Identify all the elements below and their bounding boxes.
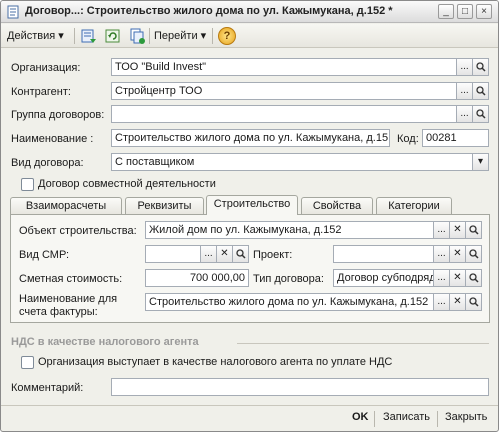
minimize-button[interactable]: _ [438, 4, 454, 19]
refresh-icon[interactable] [104, 27, 122, 45]
chevron-down-icon: ▾ [58, 30, 64, 42]
copy-document-icon[interactable] [128, 27, 146, 45]
organization-label: Организация: [11, 62, 81, 74]
actions-label: Действия [7, 30, 56, 42]
contract-kind-label: Вид договора: [11, 157, 84, 169]
invoice-name-label-line2: счета фактуры: [19, 306, 98, 318]
help-icon[interactable]: ? [218, 27, 236, 45]
construction-object-field[interactable]: Жилой дом по ул. Кажымукана, д.152 [145, 221, 434, 239]
tax-agent-checkbox[interactable] [21, 356, 34, 369]
toolbar-separator [212, 28, 213, 44]
contract-type-label: Тип договора: [253, 273, 324, 285]
organization-select-button[interactable]: ... [457, 58, 473, 76]
smr-kind-label: Вид СМР: [19, 249, 70, 261]
contract-window: Договор...: Строительство жилого дома по… [0, 0, 499, 432]
toolbar-separator [149, 28, 150, 44]
tab-properties[interactable]: Свойства [301, 197, 373, 215]
toolbar-separator [437, 411, 438, 427]
comment-field[interactable] [111, 378, 489, 396]
construction-tab-panel: Объект строительства: Жилой дом по ул. К… [10, 214, 490, 323]
search-icon [475, 86, 486, 96]
section-divider [237, 343, 489, 344]
project-field[interactable] [333, 245, 434, 263]
tab-construction[interactable]: Строительство [206, 195, 298, 215]
goto-label: Перейти [154, 30, 198, 42]
counterparty-select-button[interactable]: ... [457, 82, 473, 100]
tab-categories[interactable]: Категории [376, 197, 452, 215]
search-icon [468, 273, 479, 283]
organization-open-button[interactable] [473, 58, 489, 76]
project-label: Проект: [253, 249, 293, 261]
contract-type-select-button[interactable]: ... [434, 269, 450, 287]
contract-group-field[interactable] [111, 105, 457, 123]
contract-kind-select[interactable]: С поставщиком [111, 153, 473, 171]
close-button[interactable]: × [476, 4, 492, 19]
invoice-name-field[interactable]: Строительство жилого дома по ул. Кажымук… [145, 293, 434, 311]
name-field[interactable]: Строительство жилого дома по ул. Кажымук… [111, 129, 390, 147]
clear-icon[interactable]: ✕ [450, 221, 466, 239]
contract-group-select-button[interactable]: ... [457, 105, 473, 123]
tax-agent-label: Организация выступает в качестве налогов… [38, 356, 393, 368]
project-open-button[interactable] [466, 245, 482, 263]
save-button[interactable]: Записать [383, 411, 430, 423]
toolbar-separator [374, 411, 375, 427]
tabs-area: Взаиморасчеты Реквизиты Строительство Св… [10, 195, 490, 323]
construction-object-select-button[interactable]: ... [434, 221, 450, 239]
joint-activity-checkbox[interactable] [21, 178, 34, 191]
clear-icon[interactable]: ✕ [450, 269, 466, 287]
code-field[interactable]: 00281 [422, 129, 489, 147]
counterparty-field[interactable]: Стройцентр ТОО [111, 82, 457, 100]
code-label: Код: [397, 133, 419, 145]
close-form-button[interactable]: Закрыть [445, 411, 487, 423]
contract-type-open-button[interactable] [466, 269, 482, 287]
counterparty-open-button[interactable] [473, 82, 489, 100]
counterparty-label: Контрагент: [11, 86, 71, 98]
joint-activity-label: Договор совместной деятельности [38, 178, 216, 190]
tab-mutual-settlements[interactable]: Взаиморасчеты [10, 197, 122, 215]
construction-object-label: Объект строительства: [19, 225, 137, 237]
contract-group-label: Группа договоров: [11, 109, 105, 121]
ok-button[interactable]: OK [352, 411, 369, 423]
contract-group-open-button[interactable] [473, 105, 489, 123]
document-icon [7, 5, 19, 19]
title-bar: Договор...: Строительство жилого дома по… [1, 1, 498, 23]
search-icon [235, 249, 246, 259]
construction-object-open-button[interactable] [466, 221, 482, 239]
maximize-button[interactable]: □ [457, 4, 473, 19]
estimated-cost-label: Сметная стоимость: [19, 273, 123, 285]
chevron-down-icon[interactable]: ▾ [473, 153, 489, 171]
toolbar: Действия ▾ Перейти ▾ ? [1, 24, 498, 48]
search-icon [475, 62, 486, 72]
actions-menu[interactable]: Действия ▾ [7, 27, 64, 45]
vat-section-title: НДС в качестве налогового агента [11, 336, 199, 348]
comment-label: Комментарий: [11, 382, 84, 394]
smr-kind-open-button[interactable] [233, 245, 249, 263]
project-select-button[interactable]: ... [434, 245, 450, 263]
invoice-name-select-button[interactable]: ... [434, 293, 450, 311]
chevron-down-icon: ▾ [200, 30, 207, 42]
name-label: Наименование : [11, 133, 94, 145]
search-icon [468, 297, 479, 307]
select-from-list-icon[interactable] [80, 27, 98, 45]
tab-requisites[interactable]: Реквизиты [125, 197, 204, 215]
invoice-name-label-line1: Наименование для [19, 293, 118, 305]
clear-icon[interactable]: ✕ [450, 245, 466, 263]
clear-icon[interactable]: ✕ [217, 245, 233, 263]
bottom-bar: OK Записать Закрыть [1, 405, 498, 431]
smr-kind-select-button[interactable]: ... [201, 245, 217, 263]
invoice-name-open-button[interactable] [466, 293, 482, 311]
search-icon [468, 249, 479, 259]
goto-menu[interactable]: Перейти ▾ [154, 27, 206, 45]
contract-type-field[interactable]: Договор субподряд [333, 269, 434, 287]
smr-kind-field[interactable] [145, 245, 201, 263]
toolbar-separator [74, 28, 75, 44]
search-icon [475, 109, 486, 119]
search-icon [468, 225, 479, 235]
window-title: Договор...: Строительство жилого дома по… [25, 5, 393, 17]
estimated-cost-field[interactable]: 700 000,00 [145, 269, 249, 287]
clear-icon[interactable]: ✕ [450, 293, 466, 311]
organization-field[interactable]: ТОО "Build Invest" [111, 58, 457, 76]
